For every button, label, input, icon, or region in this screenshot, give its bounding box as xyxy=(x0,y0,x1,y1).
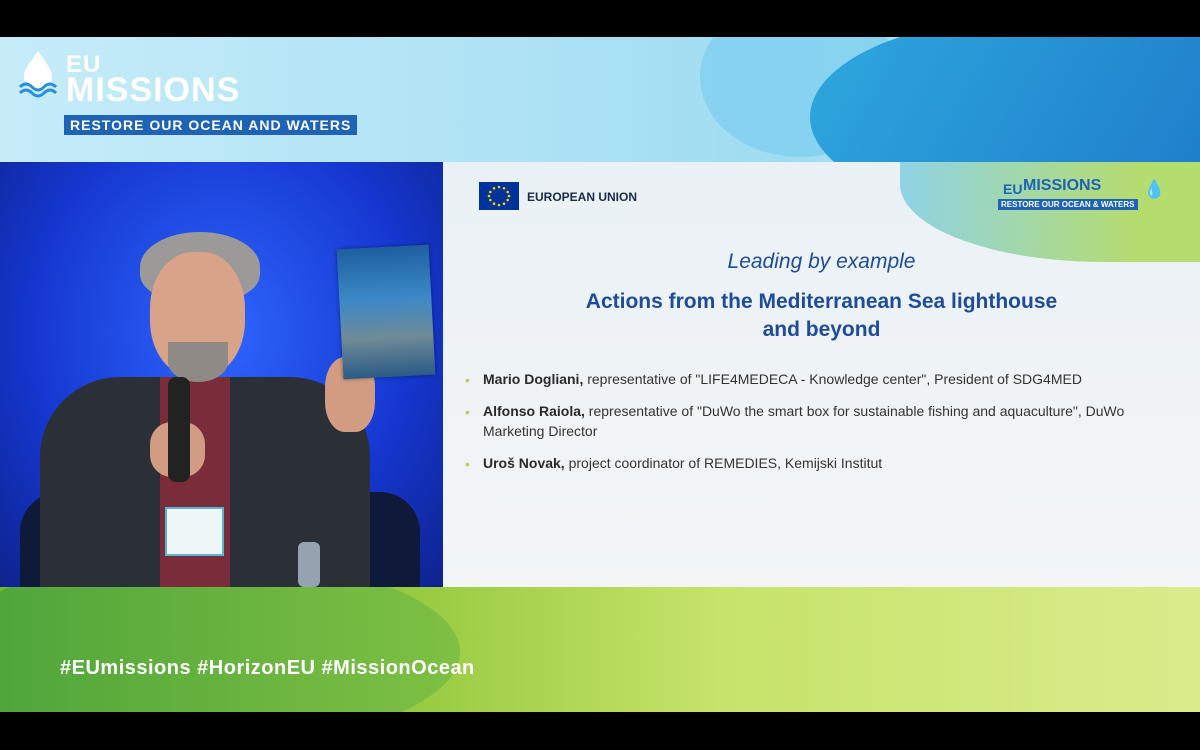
slide-title: Actions from the Mediterranean Sea light… xyxy=(443,288,1200,344)
speaker-name: Mario Dogliani, xyxy=(483,371,584,387)
mini-logo-eu: EU xyxy=(1003,181,1023,197)
eu-missions-mini-logo: EU MISSIONS RESTORE OUR OCEAN & WATERS 💧 xyxy=(995,177,1165,217)
bullet-icon: • xyxy=(465,404,470,420)
bullet-icon: • xyxy=(465,456,470,472)
speaker-list: • Mario Dogliani, representative of "LIF… xyxy=(465,369,1185,485)
water-bottle xyxy=(298,542,320,587)
list-item: • Uroš Novak, project coordinator of REM… xyxy=(465,453,1185,473)
name-badge xyxy=(165,507,224,556)
livestream-frame: EU MISSIONS RESTORE OUR OCEAN AND WATERS… xyxy=(0,37,1200,712)
slide-title-line: and beyond xyxy=(762,318,881,341)
speaker-name: Uroš Novak, xyxy=(483,455,565,471)
speaker-video xyxy=(0,162,443,587)
speaker-beard xyxy=(168,342,228,382)
mini-logo-missions: MISSIONS xyxy=(1023,177,1102,194)
bullet-icon: • xyxy=(465,372,470,388)
eu-flag-icon xyxy=(479,182,519,210)
microphone-icon xyxy=(168,377,190,482)
slide-subtitle: Leading by example xyxy=(727,250,916,273)
presentation-slide: EUROPEAN UNION EU MISSIONS RESTORE OUR O… xyxy=(443,162,1200,587)
water-drop-icon xyxy=(18,51,58,98)
hashtags: #EUmissions #HorizonEU #MissionOcean xyxy=(60,657,475,679)
mini-logo-tagline: RESTORE OUR OCEAN & WATERS xyxy=(998,199,1138,210)
speaker-description: representative of "LIFE4MEDECA - Knowled… xyxy=(583,371,1082,387)
book-held xyxy=(336,244,436,380)
list-item: • Alfonso Raiola, representative of "DuW… xyxy=(465,401,1185,441)
eu-missions-logo: EU MISSIONS RESTORE OUR OCEAN AND WATERS xyxy=(16,49,376,135)
logo-missions-text: MISSIONS xyxy=(66,71,241,109)
logo-tagline: RESTORE OUR OCEAN AND WATERS xyxy=(64,115,358,135)
water-drop-icon: 💧 xyxy=(1143,179,1166,199)
eu-label: EUROPEAN UNION xyxy=(527,190,638,204)
top-banner: EU MISSIONS RESTORE OUR OCEAN AND WATERS xyxy=(0,37,1200,217)
speaker-description: project coordinator of REMEDIES, Kemijsk… xyxy=(564,455,883,471)
list-item: • Mario Dogliani, representative of "LIF… xyxy=(465,369,1185,389)
speaker-name: Alfonso Raiola, xyxy=(483,403,585,419)
slide-title-line: Actions from the Mediterranean Sea light… xyxy=(585,290,1058,313)
